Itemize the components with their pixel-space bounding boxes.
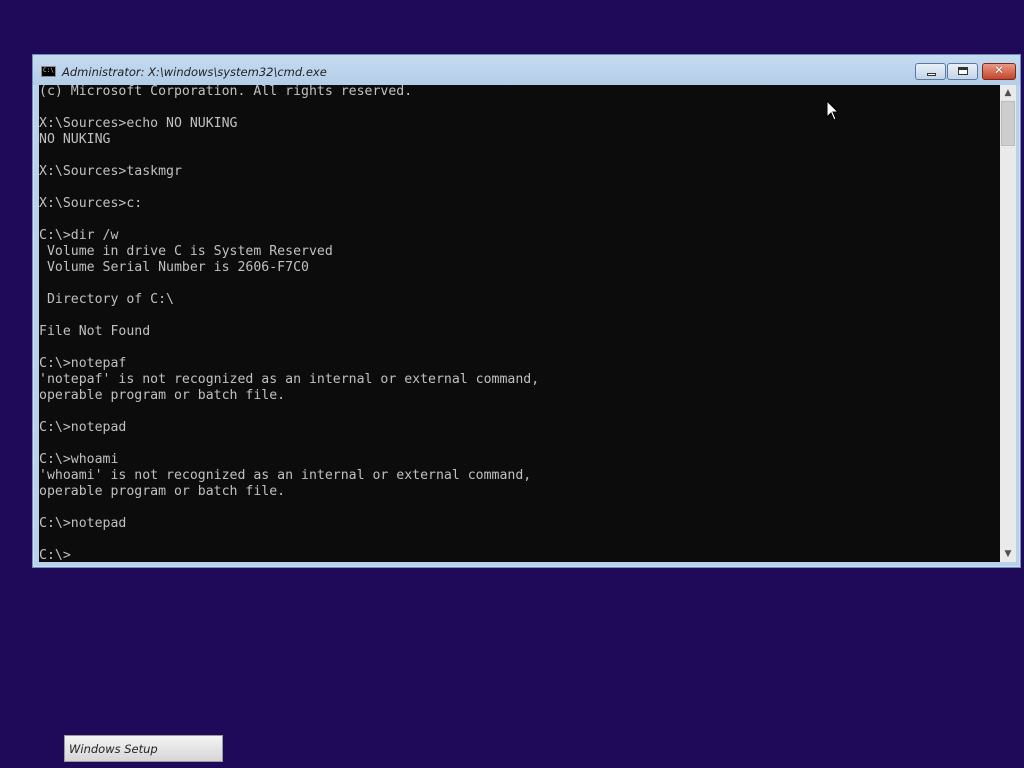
minimize-icon <box>927 73 936 76</box>
console-line: operable program or batch file. <box>39 484 286 499</box>
console-line: NO NUKING <box>39 132 111 147</box>
window-title: Administrator: X:\windows\system32\cmd.e… <box>62 65 327 79</box>
maximize-button[interactable] <box>947 63 978 80</box>
console-output: (c) Microsoft Corporation. All rights re… <box>39 85 539 562</box>
console-line: Volume Serial Number is 2606-F7C0 <box>39 260 309 275</box>
console-line: C:\> <box>39 548 71 562</box>
console-line: operable program or batch file. <box>39 388 286 403</box>
console-line: C:\>whoami <box>39 452 119 467</box>
windows-setup-label: Windows Setup <box>69 742 158 756</box>
close-icon: ✕ <box>993 63 1005 77</box>
minimize-button[interactable] <box>915 63 946 80</box>
cmd-icon[interactable]: C:\ <box>41 66 56 77</box>
mouse-cursor-icon <box>826 100 840 121</box>
console-line: C:\>notepaf <box>39 356 127 371</box>
desktop: C:\ Administrator: X:\windows\system32\c… <box>0 0 1024 768</box>
windows-setup-taskbar-button[interactable]: Windows Setup <box>64 735 223 762</box>
console-line: 'notepaf' is not recognized as an intern… <box>39 372 540 387</box>
console-line: 'whoami' is not recognized as an interna… <box>39 468 532 483</box>
close-button[interactable]: ✕ <box>982 63 1016 80</box>
cmd-window[interactable]: C:\ Administrator: X:\windows\system32\c… <box>32 54 1021 568</box>
console-line: Volume in drive C is System Reserved <box>39 244 333 259</box>
console-line: (c) Microsoft Corporation. All rights re… <box>39 85 413 99</box>
cmd-icon-label: C:\ <box>43 67 54 74</box>
vertical-scrollbar[interactable]: ▲ ▼ <box>1000 85 1016 562</box>
console-line: C:\>dir /w <box>39 228 119 243</box>
console-line: Directory of C:\ <box>39 292 174 307</box>
console-line: File Not Found <box>39 324 151 339</box>
console-line: X:\Sources>c: <box>39 196 143 211</box>
title-bar[interactable]: C:\ Administrator: X:\windows\system32\c… <box>33 55 1020 85</box>
maximize-icon <box>958 67 968 75</box>
console-area[interactable]: (c) Microsoft Corporation. All rights re… <box>39 85 1000 562</box>
scroll-down-icon[interactable]: ▼ <box>1000 546 1016 562</box>
console-line: C:\>notepad <box>39 420 127 435</box>
scroll-up-icon[interactable]: ▲ <box>1000 85 1016 101</box>
scroll-thumb[interactable] <box>1001 101 1015 146</box>
console-line: X:\Sources>echo NO NUKING <box>39 116 238 131</box>
console-line: C:\>notepad <box>39 516 127 531</box>
console-line: X:\Sources>taskmgr <box>39 164 182 179</box>
